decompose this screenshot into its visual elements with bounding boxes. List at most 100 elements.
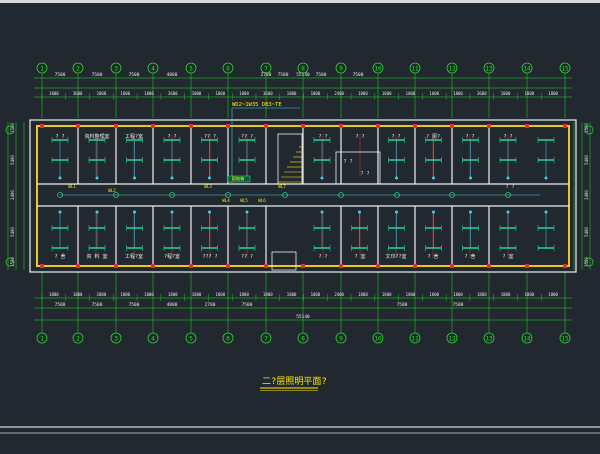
column-bottom <box>40 264 44 268</box>
switch-point <box>395 176 398 180</box>
room-label-bottom: 工程?室 <box>125 253 143 260</box>
dim-text-top-row2: 1800 <box>429 91 439 96</box>
dim-text-right: 5400 <box>584 227 589 237</box>
dim-text-top-row1: 7500 <box>353 72 364 78</box>
dim-text-top-row2: 1800 <box>215 91 225 96</box>
axis-number-bottom: 7 <box>264 336 268 343</box>
axis-number-bottom: 12 <box>448 336 456 343</box>
dimension-group: 7500 7500 7500 4800 2700 7500 7500 7500 55140 180… <box>5 72 594 321</box>
column-bottom <box>76 264 80 268</box>
column-bottom <box>151 264 155 268</box>
axis-number-bottom: 13 <box>485 336 493 343</box>
switch-point <box>358 210 361 214</box>
dim-text-right: 1500 <box>584 123 589 133</box>
axis-number-top: 15 <box>561 66 569 73</box>
corridor-label: WL3 <box>204 184 212 189</box>
column-top <box>525 124 529 128</box>
dim-text-top-row2: 1800 <box>358 91 368 96</box>
room-label-bottom: ??? ? <box>202 254 217 260</box>
drawing-frame-top <box>0 0 600 3</box>
dim-text-bottom-row2: 1800 <box>263 292 273 297</box>
corridor-label: WL1 <box>68 184 76 189</box>
dim-text-top-row2: 1800 <box>49 91 59 96</box>
dim-text-top-row2: 1800 <box>97 91 107 96</box>
switch-point <box>469 176 472 180</box>
column-bottom <box>339 264 343 268</box>
dim-text-bottom-row1: 7500 <box>55 302 66 308</box>
corridor-label: WL2 <box>108 188 116 193</box>
column-top <box>487 124 491 128</box>
axis-number-bottom: 8 <box>301 336 305 343</box>
dim-text-bottom-row2: 1800 <box>525 292 535 297</box>
dim-text-left: 5400 <box>10 155 15 165</box>
room-label-top: ? ? <box>167 134 176 140</box>
column-bottom <box>450 264 454 268</box>
dim-text-bottom-row2: 1800 <box>453 292 463 297</box>
dim-text-bottom-row1: 7500 <box>242 302 253 308</box>
switch-point <box>245 210 249 214</box>
switch-point <box>58 210 62 214</box>
axis-number-bottom: 2 <box>76 336 80 343</box>
axis-number-bottom: 14 <box>523 336 531 343</box>
axis-number-bottom: 5 <box>189 336 193 343</box>
dim-text-bottom-row2: 1800 <box>144 292 154 297</box>
switch-point <box>432 176 435 180</box>
column-bottom <box>413 264 417 268</box>
corridor-label: WL7 <box>278 184 286 189</box>
misc-label: ? ? <box>360 171 369 177</box>
room-label-bottom: 资 料 室 <box>86 253 107 260</box>
axis-number-bottom: 15 <box>561 336 569 343</box>
dim-text-bottom-row2: 1800 <box>501 292 511 297</box>
corridor-label: WL4 <box>222 198 230 203</box>
dim-text-bottom-total: 55140 <box>296 314 310 320</box>
dim-text-top-row2: 1800 <box>501 91 511 96</box>
axis-number-top: 7 <box>264 66 268 73</box>
corridor-label: 配电箱 <box>232 175 245 182</box>
dim-text-bottom-row1: 7500 <box>397 302 408 308</box>
dim-text-top-row2: 1800 <box>525 91 535 96</box>
dim-text-top-row1: 7500 <box>316 72 327 78</box>
column-top <box>339 124 343 128</box>
column-top <box>226 124 230 128</box>
switch-point <box>208 210 211 214</box>
dim-text-top-row1: 7500 <box>55 72 66 78</box>
dim-text-bottom-row2: 1800 <box>287 292 297 297</box>
room-label-top: ? ? <box>465 134 474 140</box>
misc-label: ? ? <box>343 159 352 165</box>
dim-text-top-row2: 1800 <box>239 91 249 96</box>
column-bottom <box>487 264 491 268</box>
column-bottom <box>114 264 118 268</box>
dim-text-top-row2: 1800 <box>548 91 558 96</box>
dim-text-bottom-row1: 2700 <box>205 302 216 308</box>
switch-point <box>432 210 435 214</box>
dim-text-bottom-row2: 1800 <box>215 292 225 297</box>
drawing-title: 二?层照明平面? <box>262 376 327 387</box>
room-label-top: ?? ? <box>204 134 216 140</box>
switch-point <box>208 176 211 180</box>
dim-text-right: 5400 <box>584 155 589 165</box>
room-label-bottom: 文印??室 <box>385 253 406 260</box>
dim-text-bottom-row2: 1800 <box>382 292 392 297</box>
dim-text-top-row2: 1800 <box>287 91 297 96</box>
column-top <box>450 124 454 128</box>
column-top <box>76 124 80 128</box>
corridor-label: WL5 <box>240 198 248 203</box>
axis-number-top: 13 <box>485 66 493 73</box>
switch-point <box>95 176 99 180</box>
dim-text-bottom-row2: 1800 <box>429 292 439 297</box>
switch-point <box>320 176 324 180</box>
column-bottom <box>376 264 380 268</box>
column-top <box>40 124 44 128</box>
top-wire-label: WD2~1W35 DB3~TE <box>232 102 282 108</box>
dim-text-top-row2: 1800 <box>120 91 130 96</box>
room-label-bottom: ? 室 <box>354 253 365 260</box>
room-label-top: ? ? <box>503 134 512 140</box>
column-bottom <box>301 264 305 268</box>
column-top <box>376 124 380 128</box>
switch-point <box>170 176 174 180</box>
dim-text-bottom-row1: 7500 <box>453 302 464 308</box>
axis-number-top: 9 <box>339 66 343 73</box>
toilet-block <box>335 151 381 185</box>
room-label-bottom: ?? ? <box>241 254 253 260</box>
dim-text-bottom-row2: 1800 <box>358 292 368 297</box>
